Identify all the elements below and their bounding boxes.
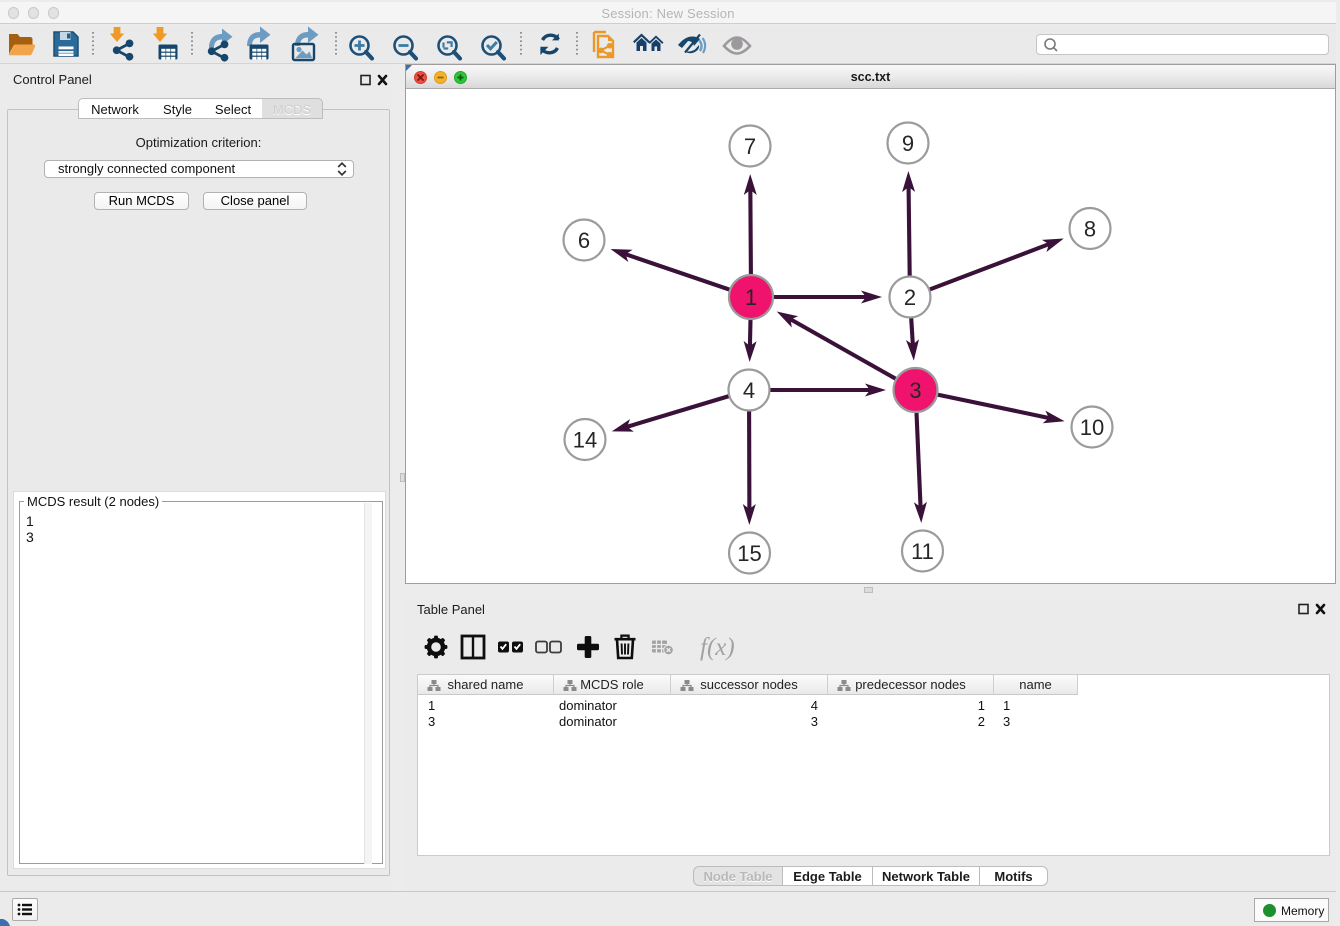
- svg-text:14: 14: [573, 428, 597, 453]
- svg-text:4: 4: [743, 378, 755, 403]
- svg-text:6: 6: [578, 228, 590, 253]
- svg-text:f(x): f(x): [700, 634, 735, 661]
- svg-text:11: 11: [911, 539, 934, 564]
- svg-text:2: 2: [904, 285, 916, 310]
- svg-text:10: 10: [1080, 415, 1104, 440]
- svg-text:3: 3: [909, 378, 921, 403]
- svg-text:1: 1: [745, 285, 757, 310]
- svg-text:9: 9: [902, 131, 914, 156]
- svg-text:7: 7: [744, 134, 756, 159]
- svg-text:8: 8: [1084, 217, 1096, 242]
- svg-text:15: 15: [737, 541, 761, 566]
